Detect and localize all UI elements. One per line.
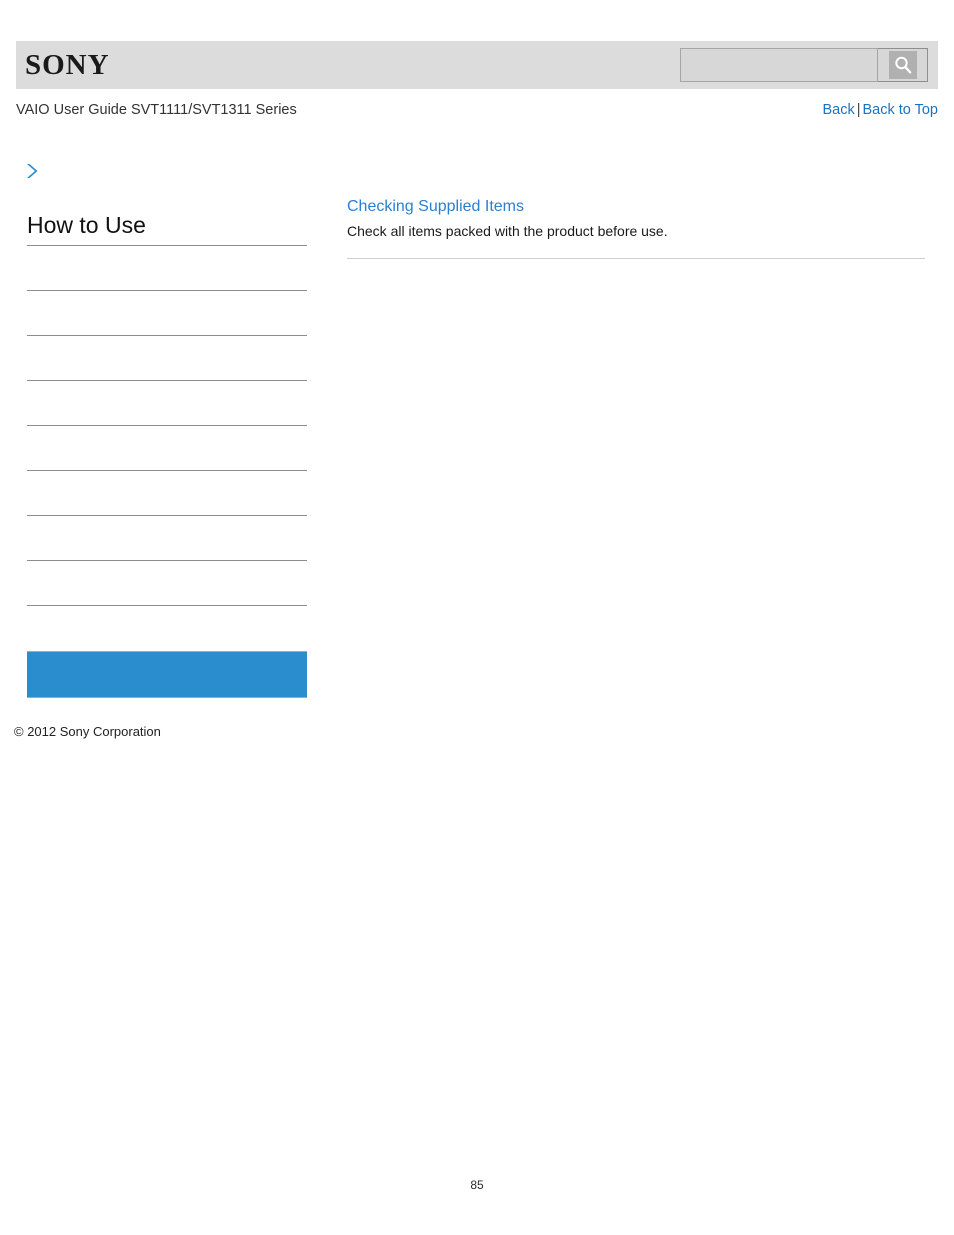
main-content: Checking Supplied Items Check all items … [347,196,925,259]
back-to-top-link[interactable]: Back to Top [862,102,938,118]
search-input[interactable] [680,48,878,82]
sidebar-item-3[interactable] [27,336,307,381]
sidebar-item-1[interactable] [27,246,307,291]
back-link[interactable]: Back [822,102,854,118]
header-nav-links: Back | Back to Top [822,100,938,120]
search-area [680,48,928,82]
topic-description: Check all items packed with the product … [347,223,668,239]
sidebar: How to Use © 2012 Sony Corporation [0,150,330,739]
page-number: 85 [470,1178,484,1192]
sidebar-item-8[interactable] [27,561,307,606]
sony-logo: SONY [25,49,110,81]
guide-title: VAIO User Guide SVT1111/SVT1311 Series [16,102,297,118]
topic-link-checking-supplied-items[interactable]: Checking Supplied Items [347,196,925,218]
content-divider [347,258,925,259]
search-icon [888,51,917,79]
site-header: SONY [16,41,938,89]
sidebar-item-2[interactable] [27,291,307,336]
subheader: VAIO User Guide SVT1111/SVT1311 Series B… [16,100,938,122]
copyright-notice: © 2012 Sony Corporation [14,724,161,739]
sidebar-item-4[interactable] [27,381,307,426]
sidebar-spacer [27,606,307,651]
sidebar-item-5[interactable] [27,426,307,471]
search-button[interactable] [878,48,928,82]
chevron-right-icon[interactable] [24,162,40,180]
sidebar-nav-list [27,246,307,698]
breadcrumb [0,162,330,202]
sidebar-item-7[interactable] [27,516,307,561]
sidebar-item-6[interactable] [27,471,307,516]
sidebar-item-selected[interactable] [27,651,307,698]
page-title: How to Use [27,210,307,246]
